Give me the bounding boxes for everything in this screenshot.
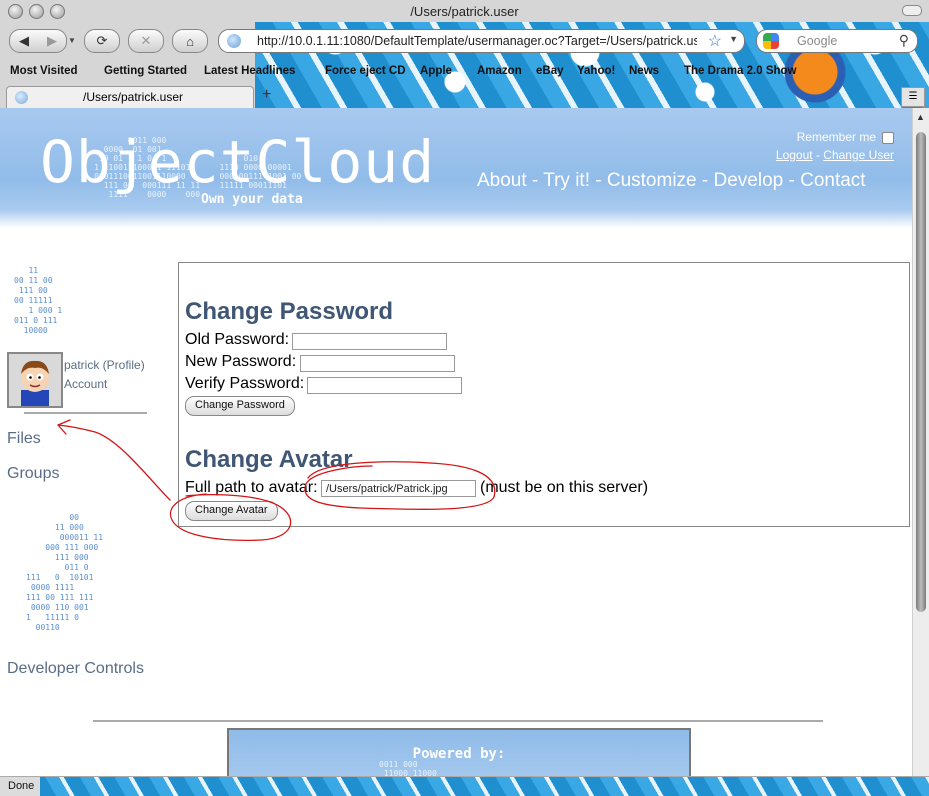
old-password-field[interactable] [292,333,447,350]
page-viewport: 0011 000 0000 01 001 10 01 1 0 1 1 11001… [0,108,912,776]
main-nav[interactable]: About - Try it! - Customize - Develop - … [477,170,866,192]
sidebar: 11 00 11 00 111 00 00 11111 1 000 1 011 … [0,228,170,776]
back-icon[interactable]: ◀ [10,33,38,49]
back-forward-buttons: ◀ ▶ [9,29,67,53]
sidebar-binary-art-top: 11 00 11 00 111 00 00 11111 1 000 1 011 … [14,266,63,335]
sidebar-item-files[interactable]: Files [7,430,41,448]
tab-bar: /Users/patrick.user + ☰ [0,86,929,108]
site-identity-icon[interactable] [227,34,241,48]
footer-binary-art: 0011 000 11000 11000 [379,760,437,776]
search-input[interactable]: Google ⚲ [756,29,918,53]
new-password-field[interactable] [300,355,455,372]
account-link[interactable]: Account [64,377,107,391]
tab-favicon-icon [15,91,28,104]
change-user-link[interactable]: Change User [823,148,894,162]
account-controls: Remember me Logout - Change User [776,130,894,162]
bookmark-amazon[interactable]: Amazon [477,65,522,77]
change-password-button[interactable]: Change Password [185,396,295,416]
avatar[interactable] [7,352,63,408]
tab-active[interactable]: /Users/patrick.user [6,86,254,108]
sidebar-divider [24,412,147,414]
remember-me-label: Remember me [796,130,876,144]
scroll-up-icon[interactable]: ▲ [916,112,925,122]
search-placeholder: Google [797,34,838,48]
tab-list-icon[interactable]: ☰ [901,87,925,107]
stop-icon[interactable]: ✕ [128,29,164,53]
site-logo[interactable]: ObjectCloud [40,128,435,196]
remember-me-checkbox[interactable] [882,131,894,144]
avatar-path-label: Full path to avatar: [185,479,318,496]
link-separator: - [812,148,824,162]
bookmark-news[interactable]: News [629,65,659,77]
change-avatar-title: Change Avatar [185,446,353,473]
old-password-label: Old Password: [185,331,290,348]
powered-by-banner: 0011 000 11000 11000 Powered by: [227,728,691,776]
url-text[interactable]: http://10.0.1.11:1080/DefaultTemplate/us… [257,34,697,48]
verify-password-field[interactable] [307,377,462,394]
bookmark-apple[interactable]: Apple [420,65,452,77]
status-bar-artwork [40,777,929,796]
reload-icon[interactable]: ⟳ [84,29,120,53]
site-header: 0011 000 0000 01 001 10 01 1 0 1 1 11001… [0,108,912,228]
bookmark-most-visited[interactable]: Most Visited [10,65,78,77]
profile-link[interactable]: patrick (Profile) [64,358,145,372]
search-icon[interactable]: ⚲ [899,32,909,49]
footer-divider [93,720,823,722]
sidebar-binary-art-bottom: 00 11 000 000011 11 000 111 000 111 000 … [26,513,104,632]
avatar-path-field[interactable]: /Users/patrick/Patrick.jpg [321,480,476,497]
powered-by-label: Powered by: [412,746,506,762]
sidebar-item-developer-controls[interactable]: Developer Controls [7,660,144,678]
history-dropdown-icon[interactable]: ▼ [68,36,76,45]
site-tagline: Own your data [201,192,303,207]
change-avatar-button[interactable]: Change Avatar [185,501,278,521]
new-tab-icon[interactable]: + [262,86,271,104]
new-password-label: New Password: [185,353,297,370]
url-bar[interactable]: http://10.0.1.11:1080/DefaultTemplate/us… [218,29,745,53]
status-text: Done [8,780,35,792]
bookmark-latest-headlines[interactable]: Latest Headlines [204,65,295,77]
status-bar: Done [0,776,929,796]
vertical-scrollbar[interactable]: ▲ [912,108,929,776]
browser-chrome: /Users/patrick.user ◀ ▶ ▼ ⟳ ✕ ⌂ http://10… [0,0,929,108]
tab-title: /Users/patrick.user [83,90,184,104]
scrollbar-thumb[interactable] [916,132,926,612]
bookmark-drama-show[interactable]: The Drama 2.0 Show [684,65,796,77]
bookmark-force-eject[interactable]: Force eject CD [325,65,406,77]
change-password-title: Change Password [185,298,394,325]
avatar-image [9,354,61,406]
url-history-dropdown-icon[interactable]: ▼ [729,34,738,44]
avatar-path-note: (must be on this server) [480,479,649,496]
sidebar-item-groups[interactable]: Groups [7,465,59,483]
home-icon[interactable]: ⌂ [172,29,208,53]
bookmark-ebay[interactable]: eBay [536,65,564,77]
search-engine-icon[interactable] [763,33,779,49]
bookmark-getting-started[interactable]: Getting Started [104,65,187,77]
verify-password-label: Verify Password: [185,375,305,392]
window-title: /Users/patrick.user [410,4,519,19]
forward-icon[interactable]: ▶ [38,33,66,49]
user-manager-panel: Change Password Old Password: New Passwo… [178,262,910,527]
logout-link[interactable]: Logout [776,148,813,162]
bookmark-star-icon[interactable]: ☆ [708,31,722,51]
toolbar-toggle-button[interactable] [902,5,922,16]
bookmark-yahoo[interactable]: Yahoo! [577,65,615,77]
